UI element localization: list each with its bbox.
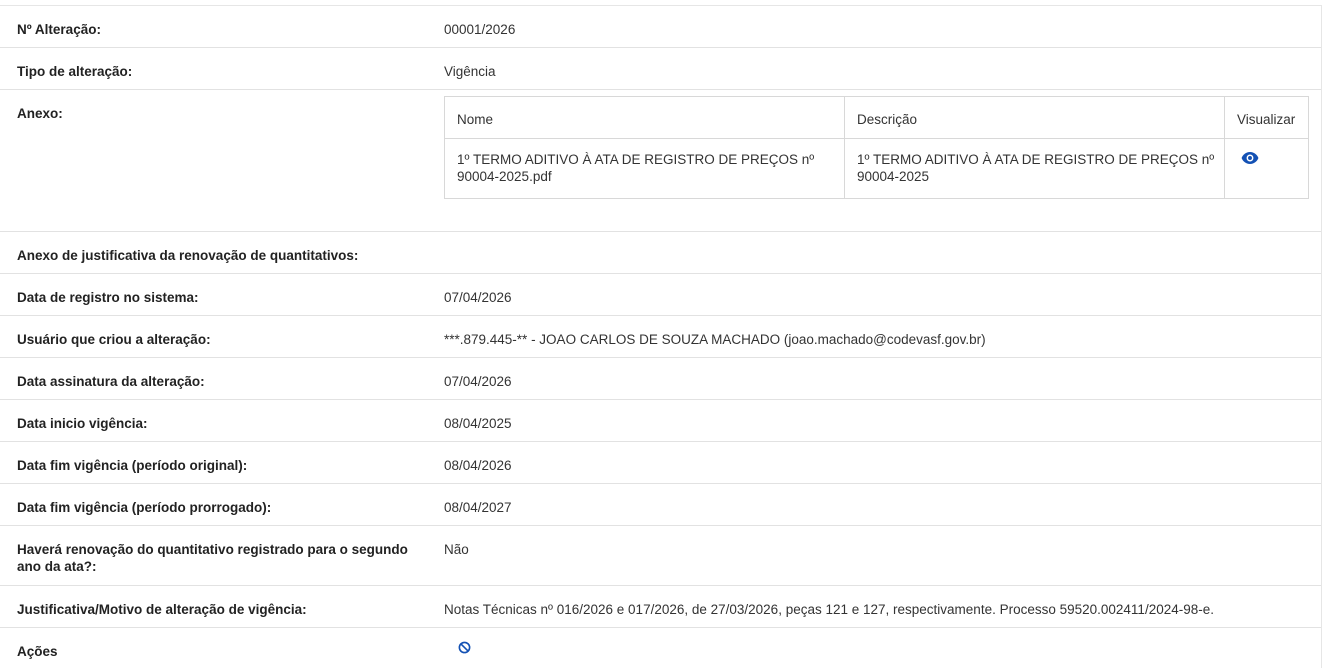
row-data-inicio-vigencia: Data inicio vigência: 08/04/2025 <box>0 400 1321 442</box>
table-divider <box>1224 97 1225 198</box>
row-data-fim-original: Data fim vigência (período original): 08… <box>0 442 1321 484</box>
label-acoes: Ações <box>17 644 58 659</box>
row-data-registro: Data de registro no sistema: 07/04/2026 <box>0 274 1321 316</box>
label-numero-alteracao: Nº Alteração: <box>17 22 101 37</box>
label-renovacao-line1: Haverá renovação do quantitativo registr… <box>17 542 408 557</box>
label-tipo-alteracao: Tipo de alteração: <box>17 64 133 79</box>
label-data-assinatura: Data assinatura da alteração: <box>17 374 205 389</box>
row-anexo-justificativa: Anexo de justificativa da renovação de q… <box>0 232 1321 274</box>
header-descricao: Descrição <box>845 97 1225 139</box>
cell-nome-line2: 90004-2025.pdf <box>457 169 552 184</box>
ban-icon[interactable] <box>458 641 471 654</box>
cell-descricao-line1: 1º TERMO ADITIVO À ATA DE REGISTRO DE PR… <box>857 152 1215 167</box>
row-data-fim-prorrogado: Data fim vigência (período prorrogado): … <box>0 484 1321 526</box>
value-usuario-criou: ***.879.445-** - JOAO CARLOS DE SOUZA MA… <box>444 332 986 347</box>
label-usuario-criou: Usuário que criou a alteração: <box>17 332 211 347</box>
label-renovacao-quantitativo: Haverá renovação do quantitativo registr… <box>17 541 408 575</box>
label-data-fim-prorrogado: Data fim vigência (período prorrogado): <box>17 500 272 515</box>
row-data-assinatura: Data assinatura da alteração: 07/04/2026 <box>0 358 1321 400</box>
cell-nome: 1º TERMO ADITIVO À ATA DE REGISTRO DE PR… <box>445 139 845 198</box>
value-data-fim-prorrogado: 08/04/2027 <box>444 500 512 515</box>
header-visualizar: Visualizar <box>1225 97 1309 139</box>
eye-icon[interactable] <box>1241 151 1259 165</box>
row-tipo-alteracao: Tipo de alteração: Vigência <box>0 48 1321 90</box>
label-justificativa-motivo: Justificativa/Motivo de alteração de vig… <box>17 602 307 617</box>
label-anexo: Anexo: <box>17 106 63 121</box>
row-acoes: Ações <box>0 628 1321 669</box>
value-numero-alteracao: 00001/2026 <box>444 22 516 37</box>
cell-descricao-line2: 90004-2025 <box>857 169 930 184</box>
label-data-registro: Data de registro no sistema: <box>17 290 199 305</box>
value-renovacao-quantitativo: Não <box>444 542 469 557</box>
label-anexo-justificativa: Anexo de justificativa da renovação de q… <box>17 248 359 263</box>
value-data-inicio-vigencia: 08/04/2025 <box>444 416 512 431</box>
row-numero-alteracao: Nº Alteração: 00001/2026 <box>0 6 1321 48</box>
label-data-inicio-vigencia: Data inicio vigência: <box>17 416 148 431</box>
row-renovacao-quantitativo: Haverá renovação do quantitativo registr… <box>0 526 1321 586</box>
label-renovacao-line2: ano da ata?: <box>17 559 97 574</box>
table-divider <box>844 97 845 198</box>
header-nome: Nome <box>445 97 845 139</box>
row-justificativa-motivo: Justificativa/Motivo de alteração de vig… <box>0 586 1321 628</box>
anexo-table: Nome Descrição Visualizar 1º TERMO ADITI… <box>444 96 1309 199</box>
cell-descricao: 1º TERMO ADITIVO À ATA DE REGISTRO DE PR… <box>845 139 1225 198</box>
value-tipo-alteracao: Vigência <box>444 64 496 79</box>
value-data-assinatura: 07/04/2026 <box>444 374 512 389</box>
label-data-fim-original: Data fim vigência (período original): <box>17 458 248 473</box>
value-justificativa-motivo: Notas Técnicas nº 016/2026 e 017/2026, d… <box>444 602 1214 617</box>
cell-visualizar <box>1225 139 1309 198</box>
value-data-registro: 07/04/2026 <box>444 290 512 305</box>
cell-nome-line1: 1º TERMO ADITIVO À ATA DE REGISTRO DE PR… <box>457 152 815 167</box>
row-usuario-criou: Usuário que criou a alteração: ***.879.4… <box>0 316 1321 358</box>
value-data-fim-original: 08/04/2026 <box>444 458 512 473</box>
